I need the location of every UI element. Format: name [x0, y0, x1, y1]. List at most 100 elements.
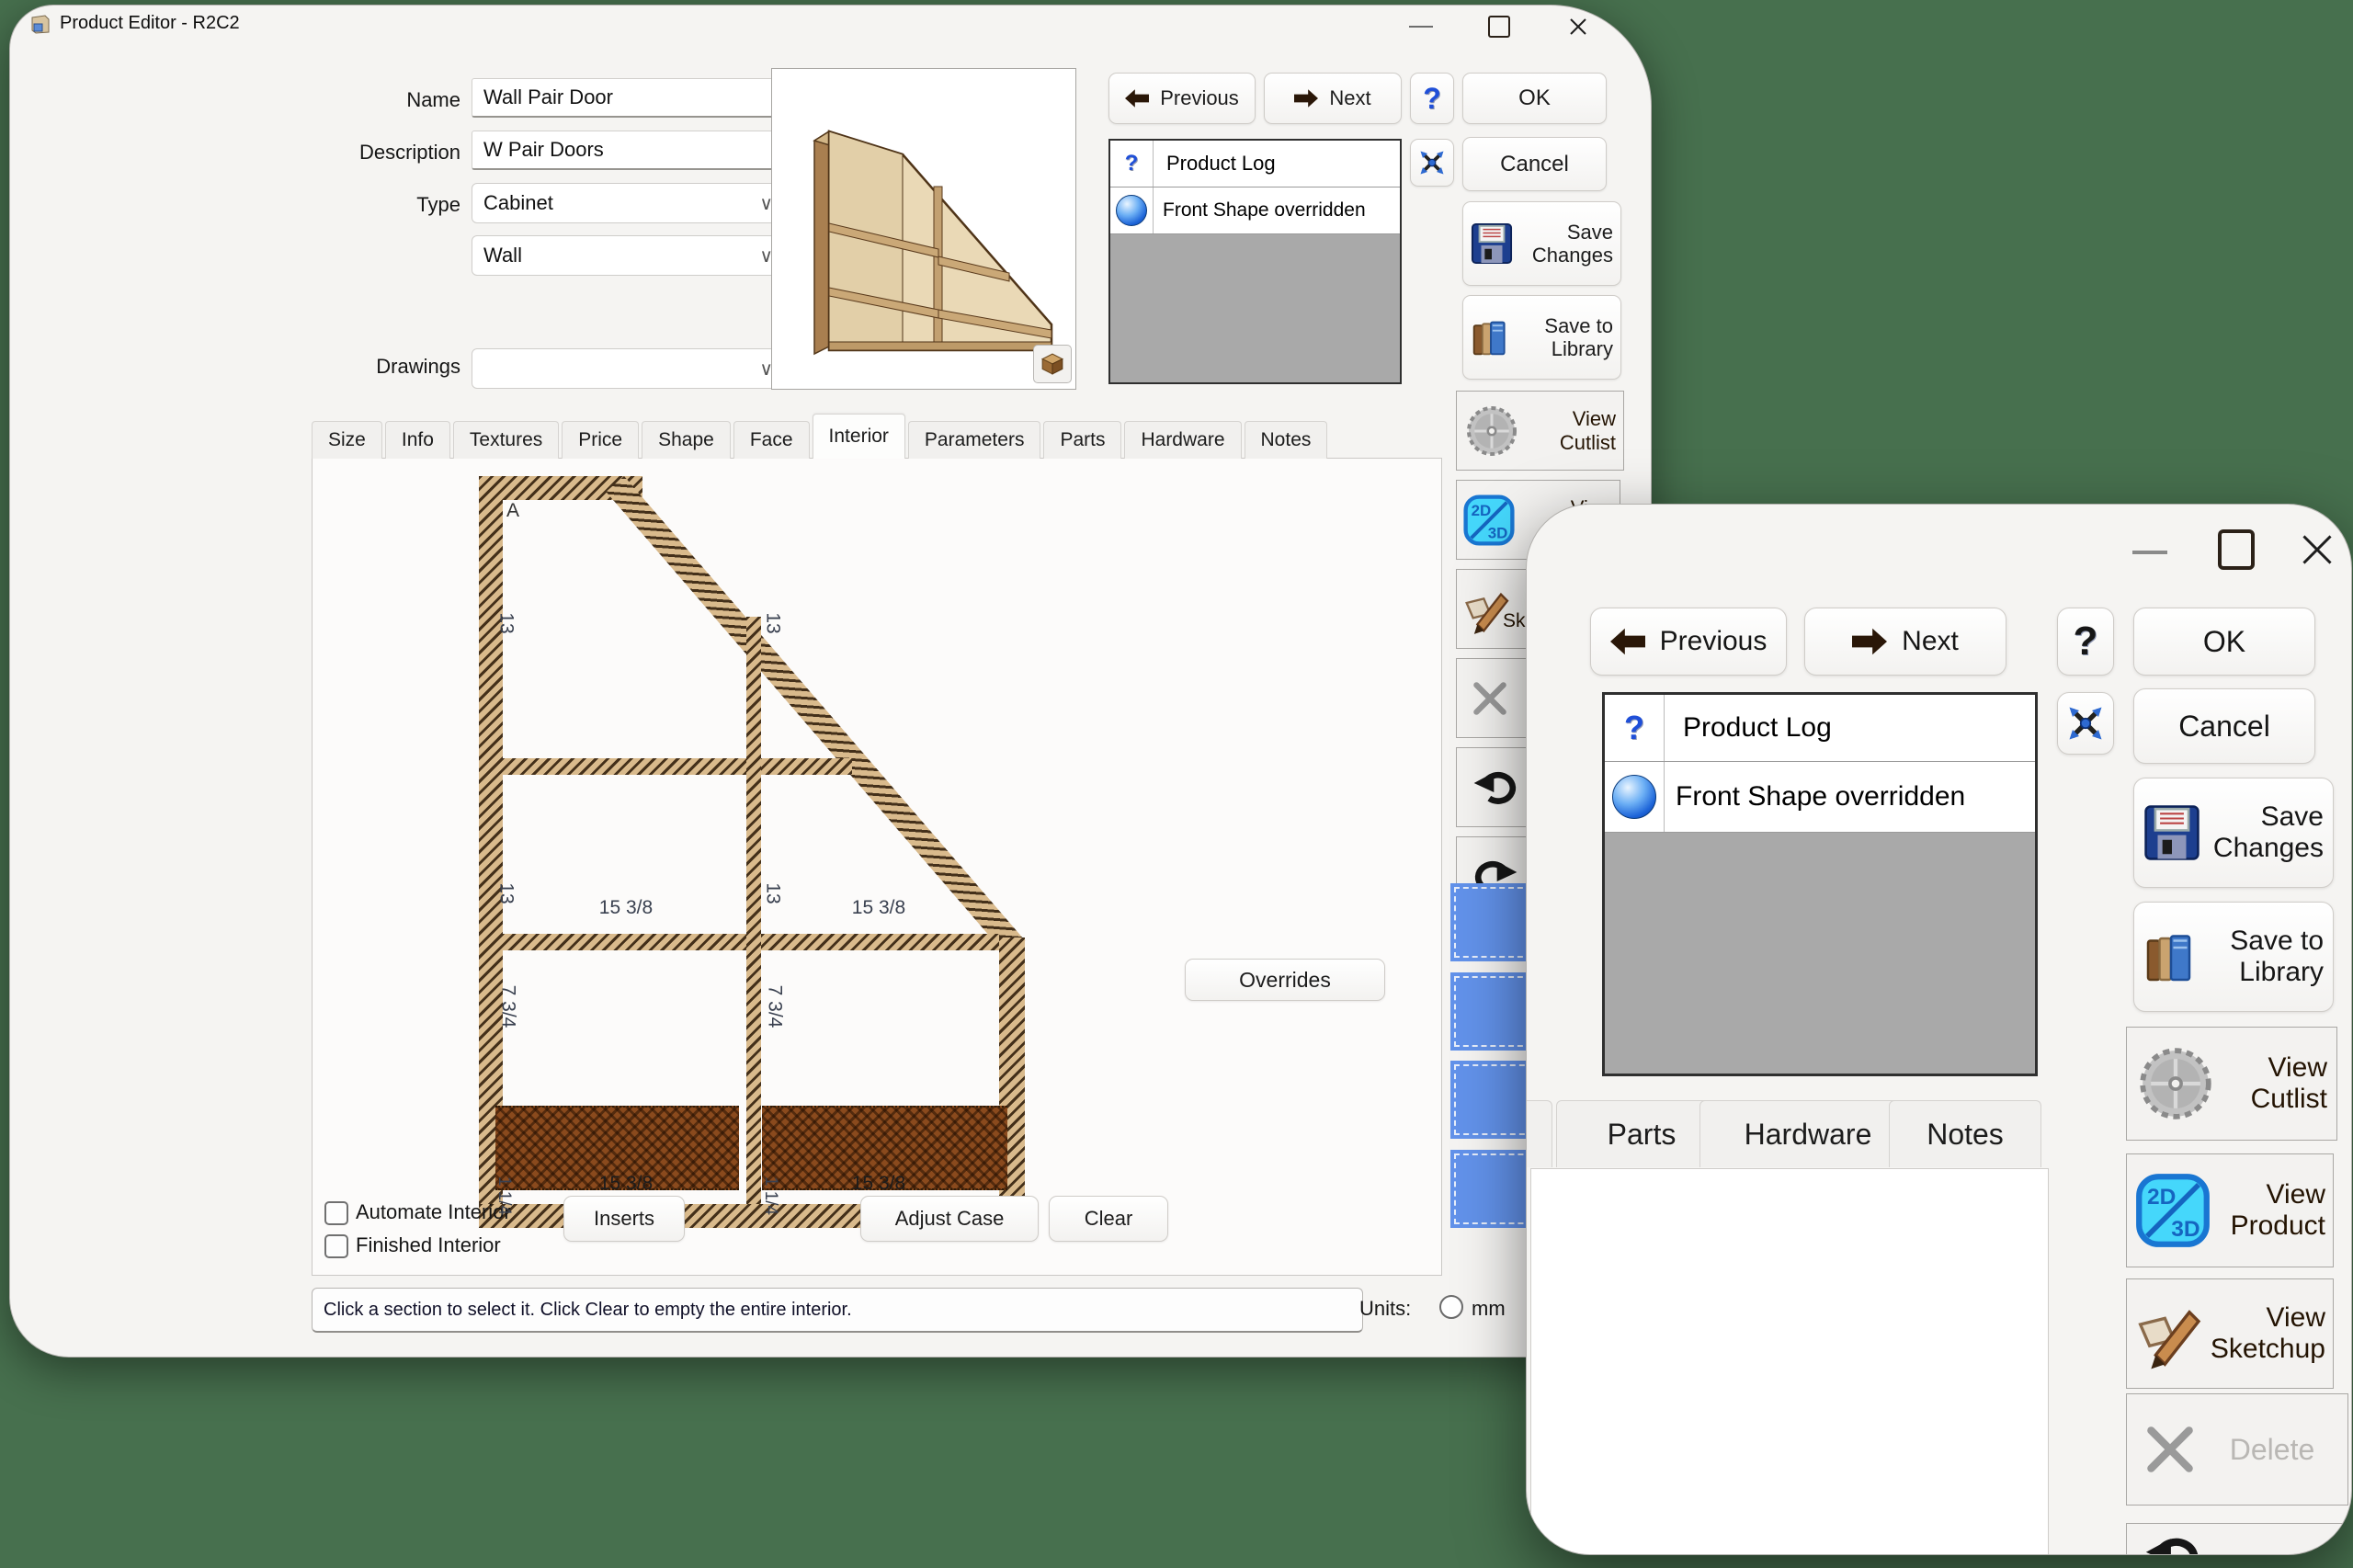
arrow-right-icon: [1852, 628, 1887, 655]
titlebar[interactable]: Product Editor - R2C2: [10, 6, 1651, 40]
next-label: Next: [1902, 626, 1959, 657]
tab-face[interactable]: Face: [733, 421, 810, 459]
product-log-item-text: Front Shape overridden: [1154, 199, 1366, 222]
product-log-item[interactable]: Front Shape overridden: [1110, 187, 1400, 234]
tab-textures[interactable]: Textures: [453, 421, 559, 459]
next-label: Next: [1329, 86, 1370, 110]
finished-interior-label: Finished Interior: [356, 1233, 501, 1257]
tab-notes[interactable]: Notes: [1245, 421, 1328, 459]
dim-13-3: 13: [495, 882, 517, 903]
interior-drawing[interactable]: A 13 13 13 13 15 3/8 15 3/8 7 3/4 7 3/4 …: [479, 476, 1025, 1228]
inserts-button[interactable]: Inserts: [563, 1196, 685, 1242]
log-item-icon-cell: [1605, 762, 1665, 832]
tab-info[interactable]: Info: [385, 421, 450, 459]
ok-button[interactable]: OK: [1462, 73, 1607, 124]
dim-1538-top-right: 15 3/8: [782, 897, 975, 919]
adjust-case-button[interactable]: Adjust Case: [860, 1196, 1039, 1242]
editor-tabs: Size Info Textures Price Shape Face Inte…: [312, 415, 1330, 459]
tab-size[interactable]: Size: [312, 421, 382, 459]
tab-interior[interactable]: Interior: [813, 414, 905, 459]
tab-parts[interactable]: Parts: [1043, 421, 1121, 459]
status-message: Click a section to select it. Click Clea…: [324, 1300, 852, 1321]
clear-log-button[interactable]: [1410, 139, 1454, 187]
log-help-icon: ?: [1605, 695, 1665, 761]
overlay-cancel-button[interactable]: Cancel: [2133, 688, 2315, 764]
tab-parameters[interactable]: Parameters: [908, 421, 1041, 459]
cube-icon: [1040, 352, 1064, 376]
units-mm-label: mm: [1472, 1297, 1506, 1321]
clear-button[interactable]: Clear: [1049, 1196, 1168, 1242]
view-cutlist-button[interactable]: ViewCutlist: [1456, 391, 1624, 471]
svg-text:3D: 3D: [2171, 1217, 2200, 1242]
overlay-tab-partial[interactable]: [1526, 1100, 1552, 1167]
undo-icon: [1473, 769, 1518, 806]
units-mm-radio[interactable]: [1439, 1295, 1463, 1319]
type-select[interactable]: Cabinet ∨: [472, 183, 785, 223]
save-changes-button[interactable]: SaveChanges: [1462, 201, 1621, 286]
next-button[interactable]: Next: [1264, 73, 1402, 124]
subtype-select[interactable]: Wall ∨: [472, 235, 785, 276]
tab-hardware[interactable]: Hardware: [1124, 421, 1241, 459]
overlay-maximize-button[interactable]: [2209, 525, 2264, 574]
overlay-close-button[interactable]: [2290, 525, 2345, 574]
save-changes-label: SaveChanges: [1518, 221, 1613, 267]
product-editor-overlay-window: Previous Next ? OK ? Product Log Front S…: [1526, 504, 2352, 1555]
help-button[interactable]: ?: [1410, 73, 1454, 124]
close-button[interactable]: [1560, 13, 1597, 40]
overlay-undo-button-partial[interactable]: [2126, 1523, 2352, 1555]
cancel-button[interactable]: Cancel: [1462, 137, 1607, 191]
preview-cube-button[interactable]: [1033, 345, 1072, 383]
view-cutlist-label: ViewCutlist: [2222, 1052, 2327, 1116]
overlay-help-button[interactable]: ?: [2057, 608, 2114, 676]
finished-interior-checkbox[interactable]: [324, 1234, 348, 1258]
product-log-item[interactable]: Front Shape overridden: [1605, 762, 2035, 833]
previous-label: Previous: [1660, 626, 1768, 657]
maximize-icon: [2218, 529, 2255, 570]
overlay-save-to-library-button[interactable]: Save toLibrary: [2133, 902, 2334, 1012]
tab-shape[interactable]: Shape: [642, 421, 731, 459]
overrides-button[interactable]: Overrides: [1185, 959, 1385, 1001]
product-preview: [771, 68, 1076, 390]
product-editor-window: Product Editor - R2C2 Name Wall Pair Doo…: [9, 5, 1652, 1358]
overlay-previous-button[interactable]: Previous: [1590, 608, 1787, 676]
previous-button[interactable]: Previous: [1108, 73, 1256, 124]
sphere-icon: [1612, 775, 1656, 819]
product-log-title: Product Log: [1665, 712, 1832, 744]
vertical-divider: [746, 617, 761, 1204]
type-label: Type: [240, 193, 460, 217]
delete-x-icon: [1470, 678, 1510, 719]
library-books-icon: [2143, 929, 2199, 984]
description-input[interactable]: W Pair Doors: [472, 131, 785, 170]
overlay-view-product-button[interactable]: 2D 3D ViewProduct: [2126, 1153, 2334, 1267]
overlay-ok-button[interactable]: OK: [2133, 608, 2315, 676]
tab-price[interactable]: Price: [562, 421, 639, 459]
save-to-library-button[interactable]: Save toLibrary: [1462, 295, 1621, 380]
dim-13-2: 13: [762, 612, 784, 633]
overlay-next-button[interactable]: Next: [1804, 608, 2006, 676]
overlay-minimize-button[interactable]: [2122, 532, 2177, 573]
overlay-view-sketchup-button[interactable]: ViewSketchup: [2126, 1278, 2334, 1389]
dim-1538-top-left: 15 3/8: [534, 897, 718, 919]
dim-114-right: 1 1/4: [760, 1176, 780, 1215]
shelf-divider-1: [501, 758, 852, 775]
automate-interior-checkbox[interactable]: [324, 1201, 348, 1225]
saw-blade-icon: [1464, 403, 1519, 459]
overlay-tab-notes[interactable]: Notes: [1889, 1100, 2041, 1167]
maximize-button[interactable]: [1481, 13, 1518, 40]
2d-3d-icon: 2D 3D: [1462, 494, 1516, 547]
overlay-clear-log-button[interactable]: [2057, 692, 2114, 755]
overlay-save-changes-button[interactable]: SaveChanges: [2133, 778, 2334, 888]
delete-label: Delete: [2211, 1433, 2333, 1467]
sketchup-pencil-icon: [2134, 1297, 2208, 1370]
overlay-tab-hardware[interactable]: Hardware: [1699, 1100, 1916, 1167]
description-label: Description: [240, 141, 460, 165]
product-log[interactable]: ? Product Log Front Shape overridden: [1108, 139, 1402, 384]
overlay-product-log[interactable]: ? Product Log Front Shape overridden: [1602, 692, 2038, 1076]
minimize-button[interactable]: [1403, 15, 1439, 39]
product-log-title: Product Log: [1154, 152, 1276, 176]
sphere-icon: [1116, 195, 1147, 226]
close-icon: [1568, 17, 1588, 37]
overlay-view-cutlist-button[interactable]: ViewCutlist: [2126, 1027, 2337, 1141]
drawings-select[interactable]: ∨: [472, 348, 785, 389]
name-input[interactable]: Wall Pair Door: [472, 78, 785, 118]
